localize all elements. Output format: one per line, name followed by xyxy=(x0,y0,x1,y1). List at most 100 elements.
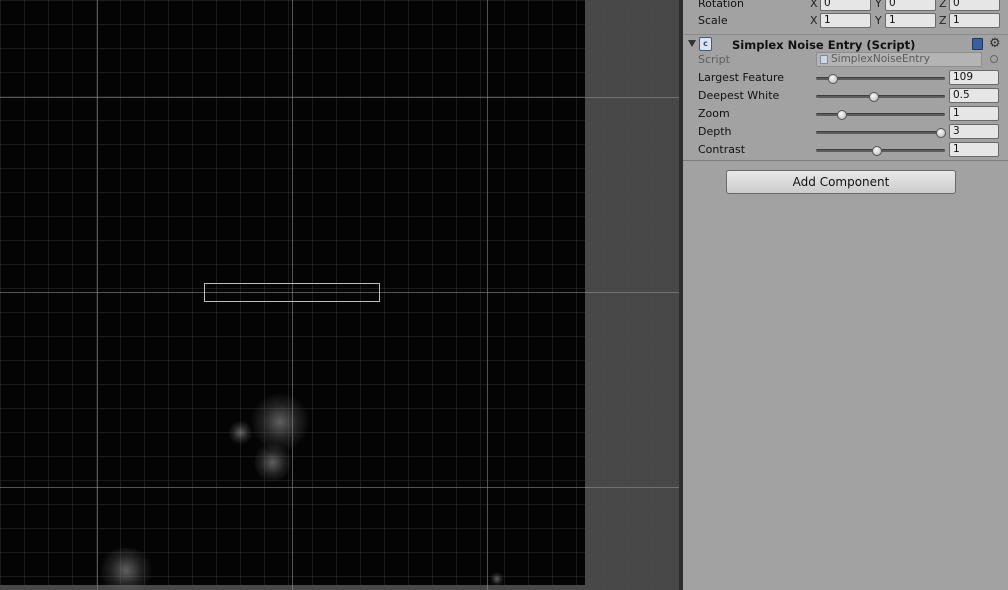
grid-line-minor xyxy=(24,0,25,590)
grid-line-minor xyxy=(0,0,682,1)
scale-y-axis-label: Y xyxy=(875,14,882,27)
largest-feature-slider-thumb[interactable] xyxy=(828,74,838,84)
script-file-icon xyxy=(820,55,828,64)
largest-feature-slider[interactable] xyxy=(816,74,945,84)
grid-line-minor xyxy=(168,0,169,590)
zoom-slider[interactable] xyxy=(816,110,945,120)
inspector-panel: Rotation X 0 Y 0 Z 0 Scale X 1 Y 1 Z 1 c… xyxy=(683,0,1008,590)
noise-cloud xyxy=(96,548,156,590)
grid-line-minor xyxy=(0,384,682,385)
deepest-white-value-field[interactable]: 0.5 xyxy=(949,88,999,103)
help-book-icon[interactable] xyxy=(972,38,983,50)
grid-line-major xyxy=(0,487,682,488)
script-label: Script xyxy=(698,53,730,66)
zoom-value-field[interactable]: 1 xyxy=(949,106,999,121)
noise-cloud xyxy=(228,420,253,445)
rotation-z-axis-label: Z xyxy=(939,0,947,10)
scale-label: Scale xyxy=(698,14,728,27)
grid-line-minor xyxy=(0,312,682,313)
contrast-slider[interactable] xyxy=(816,146,945,156)
rotation-x-axis-label: X xyxy=(810,0,818,10)
grid-line-minor xyxy=(0,24,682,25)
rotation-x-field[interactable]: 0 xyxy=(820,0,871,11)
grid-line-minor xyxy=(0,360,682,361)
grid-line-minor xyxy=(0,408,682,409)
rotation-label: Rotation xyxy=(698,0,745,10)
grid-line-minor xyxy=(408,0,409,590)
grid-line-major xyxy=(97,0,98,590)
grid-line-minor xyxy=(0,528,682,529)
grid-line-minor xyxy=(0,72,682,73)
grid-line-minor xyxy=(0,120,682,121)
grid-line-minor xyxy=(0,0,1,590)
scale-x-field[interactable]: 1 xyxy=(820,13,871,28)
gear-icon[interactable]: ⚙ xyxy=(989,36,1001,51)
largest-feature-label: Largest Feature xyxy=(698,71,785,84)
grid-line-minor xyxy=(0,504,682,505)
scale-z-axis-label: Z xyxy=(939,14,947,27)
grid-line-major xyxy=(0,97,682,98)
scale-x-axis-label: X xyxy=(810,14,818,27)
contrast-label: Contrast xyxy=(698,143,746,156)
deepest-white-row: Deepest White 0.5 xyxy=(683,87,1008,105)
rotation-y-field[interactable]: 0 xyxy=(885,0,936,11)
grid-line-minor xyxy=(0,552,682,553)
object-picker-icon[interactable] xyxy=(990,55,998,63)
foldout-arrow-icon[interactable] xyxy=(688,40,696,47)
script-object-field: SimplexNoiseEntry xyxy=(816,52,982,67)
grid-line-minor xyxy=(672,0,673,590)
grid-line-minor xyxy=(0,456,682,457)
grid-line-minor xyxy=(0,432,682,433)
largest-feature-value-field[interactable]: 109 xyxy=(949,70,999,85)
contrast-value-field[interactable]: 1 xyxy=(949,142,999,157)
grid-line-minor xyxy=(504,0,505,590)
contrast-slider-thumb[interactable] xyxy=(872,146,882,156)
largest-feature-row: Largest Feature 109 xyxy=(683,69,1008,87)
grid-line-minor xyxy=(0,192,682,193)
depth-label: Depth xyxy=(698,125,732,138)
selection-rectangle[interactable] xyxy=(204,283,380,302)
depth-slider-thumb[interactable] xyxy=(936,128,946,138)
depth-row: Depth 3 xyxy=(683,123,1008,141)
depth-slider[interactable] xyxy=(816,128,946,138)
zoom-label: Zoom xyxy=(698,107,730,120)
noise-cloud xyxy=(255,440,290,485)
depth-value-field[interactable]: 3 xyxy=(949,124,999,139)
rotation-z-field[interactable]: 0 xyxy=(949,0,1000,11)
grid-line-minor xyxy=(480,0,481,590)
script-object-value: SimplexNoiseEntry xyxy=(831,53,930,65)
grid-line-minor xyxy=(624,0,625,590)
grid-line-minor xyxy=(192,0,193,590)
component-title: Simplex Noise Entry (Script) xyxy=(732,38,916,52)
rotation-y-axis-label: Y xyxy=(875,0,882,10)
inspector-divider xyxy=(683,160,1008,161)
grid-line-minor xyxy=(528,0,529,590)
script-icon: c xyxy=(699,37,712,51)
grid-line-minor xyxy=(48,0,49,590)
noise-cloud xyxy=(490,572,504,586)
grid-line-minor xyxy=(72,0,73,590)
deepest-white-slider[interactable] xyxy=(816,92,945,102)
deepest-white-slider-thumb[interactable] xyxy=(869,92,879,102)
grid-line-minor xyxy=(648,0,649,590)
grid-line-minor xyxy=(552,0,553,590)
grid-line-minor xyxy=(600,0,601,590)
grid-line-minor xyxy=(0,144,682,145)
grid-line-minor xyxy=(0,264,682,265)
zoom-slider-thumb[interactable] xyxy=(837,110,847,120)
grid-line-minor xyxy=(0,336,682,337)
grid-line-minor xyxy=(456,0,457,590)
contrast-row: Contrast 1 xyxy=(683,141,1008,159)
scale-row: Scale X 1 Y 1 Z 1 xyxy=(683,12,1008,30)
script-row: Script SimplexNoiseEntry xyxy=(683,51,1008,69)
add-component-button[interactable]: Add Component xyxy=(726,170,956,194)
grid-line-minor xyxy=(0,216,682,217)
scale-z-field[interactable]: 1 xyxy=(949,13,1000,28)
scale-y-field[interactable]: 1 xyxy=(885,13,936,28)
grid-line-minor xyxy=(576,0,577,590)
deepest-white-label: Deepest White xyxy=(698,89,780,102)
scene-view[interactable] xyxy=(0,0,682,590)
grid-line-minor xyxy=(0,168,682,169)
grid-line-major xyxy=(487,0,488,590)
grid-line-minor xyxy=(432,0,433,590)
